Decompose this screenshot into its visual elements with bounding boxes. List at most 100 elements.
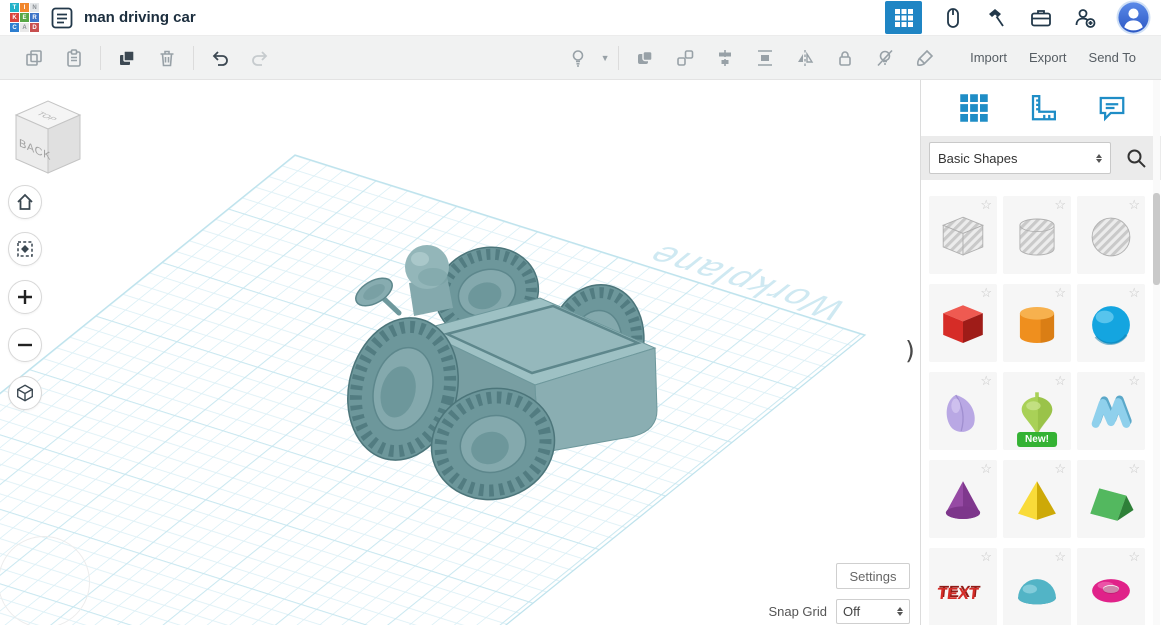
logo-square: N: [30, 3, 39, 12]
shape-tile-torus[interactable]: ☆: [1077, 548, 1145, 625]
shape-tile-text[interactable]: ☆ TEXT TEXT: [929, 548, 997, 625]
top-bar: TIN KER CAD man driving car: [0, 0, 1161, 36]
helpers-row: [921, 80, 1161, 136]
copy-icon[interactable]: [19, 43, 49, 73]
avatar[interactable]: [1116, 0, 1151, 35]
favorite-star-icon[interactable]: ☆: [1054, 198, 1066, 211]
shape-tile-roof[interactable]: ☆: [1077, 460, 1145, 538]
design-title: man driving car: [84, 9, 196, 26]
material-brush-icon[interactable]: [910, 43, 940, 73]
designs-list-icon[interactable]: [49, 5, 74, 30]
home-view-button[interactable]: [8, 185, 42, 219]
toolbar: ▼ Import Export Send To: [0, 36, 1161, 80]
send-to-button[interactable]: Send To: [1078, 44, 1147, 71]
logo-square: A: [20, 23, 29, 32]
panel-collapse-icon[interactable]: ): [902, 330, 918, 370]
shape-tile-box[interactable]: ☆: [929, 284, 997, 362]
workplane-helper-icon[interactable]: [955, 89, 993, 127]
shape-tile-cylinder-hole[interactable]: ☆: [1003, 196, 1071, 274]
favorite-star-icon[interactable]: ☆: [1128, 286, 1140, 299]
zoom-in-button[interactable]: [8, 280, 42, 314]
scrollbar[interactable]: [1153, 80, 1160, 625]
select-caret-icon: [1096, 153, 1102, 163]
logo-square: T: [10, 3, 19, 12]
favorite-star-icon[interactable]: ☆: [980, 286, 992, 299]
shape-tile-top[interactable]: ☆ New!: [1003, 372, 1071, 450]
favorite-star-icon[interactable]: ☆: [1128, 374, 1140, 387]
shape-category-select[interactable]: Basic Shapes: [929, 142, 1111, 174]
view-cube[interactable]: TOP BACK: [8, 90, 90, 183]
ruler-helper-icon[interactable]: [1024, 89, 1062, 127]
new-badge: New!: [1017, 432, 1057, 447]
shape-tile-sphere-hole[interactable]: ☆: [1077, 196, 1145, 274]
logo-square: C: [10, 23, 19, 32]
search-icon[interactable]: [1119, 141, 1153, 175]
delete-icon[interactable]: [152, 43, 182, 73]
favorite-star-icon[interactable]: ☆: [980, 462, 992, 475]
distribute-icon[interactable]: [750, 43, 780, 73]
settings-button[interactable]: Settings: [836, 563, 910, 589]
paste-icon[interactable]: [59, 43, 89, 73]
mouse-icon[interactable]: [940, 5, 966, 31]
select-caret-icon: [897, 607, 903, 616]
perspective-toggle-button[interactable]: [8, 376, 42, 410]
category-bar: Basic Shapes: [921, 136, 1161, 180]
lock-icon[interactable]: [830, 43, 860, 73]
group-icon[interactable]: [630, 43, 660, 73]
3d-viewport[interactable]: Workplane TOP BACK) Settings Snap Grid …: [0, 80, 920, 625]
logo-square: D: [30, 23, 39, 32]
snap-grid-label: Snap Grid: [768, 604, 827, 619]
shape-tile-paraboloid[interactable]: ☆: [929, 372, 997, 450]
shapes-panel: Basic Shapes ☆ ☆ ☆ ☆ ☆ ☆ ☆ ☆ New! ☆ ☆ ☆ ☆ ☆ TEXT TEXT ☆ ☆: [920, 80, 1161, 625]
shapes-grid: ☆ ☆ ☆ ☆ ☆ ☆ ☆ ☆ New! ☆ ☆ ☆ ☆ ☆ TEXT TEXT ☆ ☆: [921, 180, 1154, 625]
favorite-star-icon[interactable]: ☆: [980, 198, 992, 211]
orbit-ring[interactable]: [0, 536, 90, 625]
show-all-icon[interactable]: [563, 43, 593, 73]
ungroup-icon[interactable]: [670, 43, 700, 73]
show-dropdown-caret-icon[interactable]: ▼: [598, 43, 612, 73]
align-icon[interactable]: [710, 43, 740, 73]
fit-view-button[interactable]: [8, 232, 42, 266]
tinkercad-logo[interactable]: TIN KER CAD: [10, 3, 39, 32]
briefcase-icon[interactable]: [1028, 5, 1054, 31]
logo-square: E: [20, 13, 29, 22]
flip-icon[interactable]: [790, 43, 820, 73]
scrollbar-thumb[interactable]: [1153, 193, 1160, 285]
favorite-star-icon[interactable]: ☆: [1054, 462, 1066, 475]
shape-tile-half-sphere[interactable]: ☆: [1003, 548, 1071, 625]
shape-tile-sphere[interactable]: ☆: [1077, 284, 1145, 362]
zoom-out-button[interactable]: [8, 328, 42, 362]
favorite-star-icon[interactable]: ☆: [980, 550, 992, 563]
undo-icon[interactable]: [205, 43, 235, 73]
shape-tile-box-hole[interactable]: ☆: [929, 196, 997, 274]
shape-tile-cylinder[interactable]: ☆: [1003, 284, 1071, 362]
favorite-star-icon[interactable]: ☆: [980, 374, 992, 387]
favorite-star-icon[interactable]: ☆: [1128, 198, 1140, 211]
apps-grid-icon[interactable]: [885, 1, 922, 34]
workplane-scene[interactable]: Workplane: [0, 80, 920, 625]
toolbar-divider: [100, 45, 101, 70]
hammer-icon[interactable]: [984, 5, 1010, 31]
snap-grid-select[interactable]: Off: [836, 599, 910, 624]
logo-square: R: [30, 13, 39, 22]
duplicate-icon[interactable]: [112, 43, 142, 73]
logo-square: I: [20, 3, 29, 12]
toolbar-divider: [618, 45, 620, 70]
import-button[interactable]: Import: [959, 44, 1018, 71]
favorite-star-icon[interactable]: ☆: [1128, 550, 1140, 563]
shape-tile-cone[interactable]: ☆: [929, 460, 997, 538]
shape-tile-pyramid[interactable]: ☆: [1003, 460, 1071, 538]
shape-tile-scribble[interactable]: ☆: [1077, 372, 1145, 450]
toolbar-divider: [193, 45, 194, 70]
favorite-star-icon[interactable]: ☆: [1054, 374, 1066, 387]
favorite-star-icon[interactable]: ☆: [1054, 286, 1066, 299]
svg-text:TEXT: TEXT: [936, 584, 979, 602]
export-button[interactable]: Export: [1018, 44, 1078, 71]
hide-icon[interactable]: [870, 43, 900, 73]
favorite-star-icon[interactable]: ☆: [1128, 462, 1140, 475]
redo-icon[interactable]: [245, 43, 275, 73]
notes-helper-icon[interactable]: [1093, 89, 1131, 127]
favorite-star-icon[interactable]: ☆: [1054, 550, 1066, 563]
logo-square: K: [10, 13, 19, 22]
invite-icon[interactable]: [1072, 5, 1098, 31]
